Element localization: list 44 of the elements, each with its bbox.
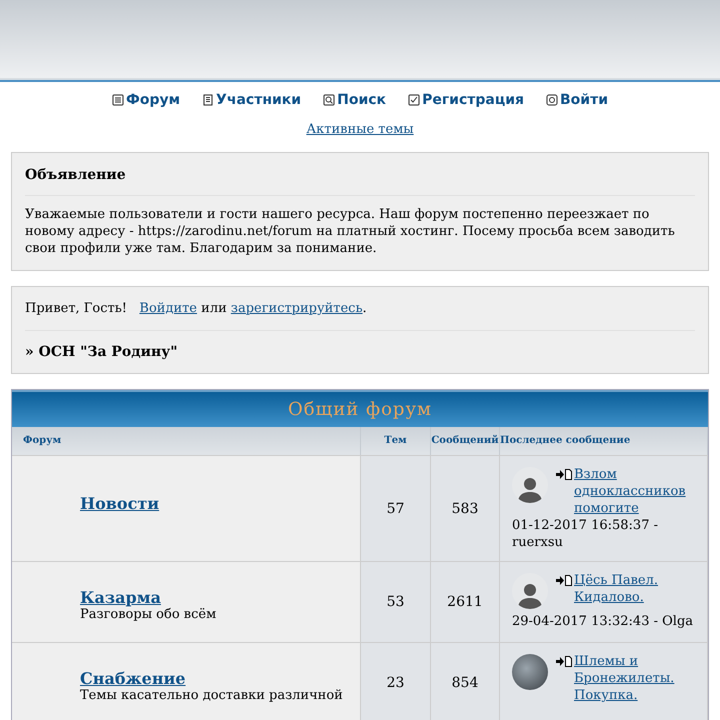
- login-icon: [546, 94, 558, 106]
- last-post-date: 01-12-2017 16:58:37 - ruerxsu: [512, 517, 659, 551]
- checkbox-icon: [408, 94, 420, 106]
- nav-link[interactable]: Форум: [112, 92, 180, 108]
- posts-count: 583: [431, 455, 500, 561]
- last-post-link[interactable]: Цёсь Павел. Кидалово.: [574, 572, 699, 606]
- arrow-document-icon: [556, 656, 572, 667]
- forum-link[interactable]: Снабжение: [80, 669, 186, 688]
- column-header: Последнее сообщение: [500, 427, 708, 455]
- forum-description: Разговоры обо всём: [80, 607, 218, 622]
- column-header: Тем: [361, 427, 431, 455]
- forum-link[interactable]: Казарма: [80, 588, 161, 607]
- avatar-photo-placeholder: [512, 654, 548, 690]
- announcement-text: Уважаемые пользователи и гости нашего ресурса. Наш форум постепенно переезжает по новому адресу - https://zarodinu.net/forum на платный хостинг. Посему просьба всем заводить свои профили уже там. Благодарим за понимание.: [25, 206, 676, 257]
- column-header: Форум: [12, 427, 361, 455]
- register-link[interactable]: зарегистрируйтесь: [230, 301, 363, 316]
- nav-link[interactable]: Войти: [546, 92, 608, 108]
- column-header: Сообщений: [431, 427, 500, 455]
- last-post-link[interactable]: Шлемы и Бронежилеты. Покупка.: [574, 653, 699, 704]
- avatar-silhouette-icon: [512, 467, 548, 503]
- greeting-text: Привет, Гость! Войдите или зарегистрируйтесь.: [25, 301, 695, 331]
- breadcrumb: » ОСН "За Родину": [25, 344, 178, 360]
- topics-count: 53: [361, 561, 431, 642]
- active-topics-link[interactable]: Активные темы: [306, 122, 414, 137]
- nav-link[interactable]: Регистрация: [408, 92, 524, 108]
- last-post-link[interactable]: Взлом одноклассников помогите: [574, 466, 699, 517]
- avatar-silhouette-icon: [512, 573, 548, 609]
- forum-link[interactable]: Новости: [80, 494, 160, 513]
- last-post-date: 29-04-2017 13:32:43 - Olga: [512, 613, 694, 630]
- arrow-document-icon: [556, 469, 572, 480]
- announcement-title: Объявление: [25, 167, 695, 196]
- category-title: Общий форум: [12, 390, 708, 427]
- posts-count: 2611: [431, 561, 500, 642]
- search-icon: [323, 94, 336, 106]
- forum-description: Темы касательно доставки различной: [80, 688, 344, 703]
- posts-count: 854: [431, 642, 500, 720]
- topics-count: 57: [361, 455, 431, 561]
- topics-count: 23: [361, 642, 431, 720]
- document-icon: [202, 94, 214, 106]
- list-icon: [112, 94, 124, 106]
- nav-link[interactable]: Участники: [202, 92, 302, 108]
- login-link[interactable]: Войдите: [139, 301, 198, 316]
- nav-link[interactable]: Поиск: [323, 92, 386, 108]
- arrow-document-icon: [556, 575, 572, 586]
